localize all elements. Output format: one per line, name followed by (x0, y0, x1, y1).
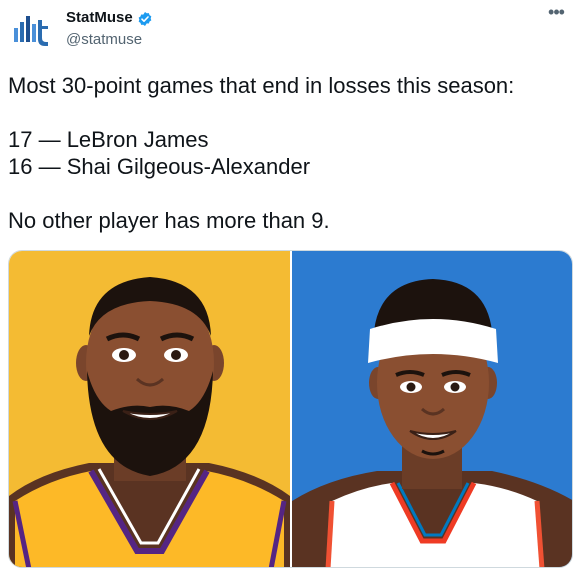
author-name[interactable]: StatMuse (66, 8, 133, 28)
more-horizontal-icon[interactable]: ••• (543, 2, 569, 28)
tweet-text-line: Most 30-point games that end in losses t… (8, 73, 515, 98)
sga-illustration[interactable] (292, 251, 572, 567)
lebron-illustration[interactable] (9, 251, 290, 567)
author-handle[interactable]: @statmuse (66, 30, 142, 50)
tweet-media[interactable] (8, 250, 573, 568)
tweet-header: StatMuse @statmuse ••• (0, 0, 579, 60)
tweet-text: Most 30-point games that end in losses t… (8, 72, 568, 234)
tweet-text-line: No other player has more than 9. (8, 208, 330, 233)
statmuse-logo-icon[interactable] (12, 12, 52, 52)
verified-badge-icon (137, 11, 153, 27)
tweet-text-line: 16 — Shai Gilgeous-Alexander (8, 154, 311, 179)
tweet-text-line: 17 — LeBron James (8, 127, 209, 152)
